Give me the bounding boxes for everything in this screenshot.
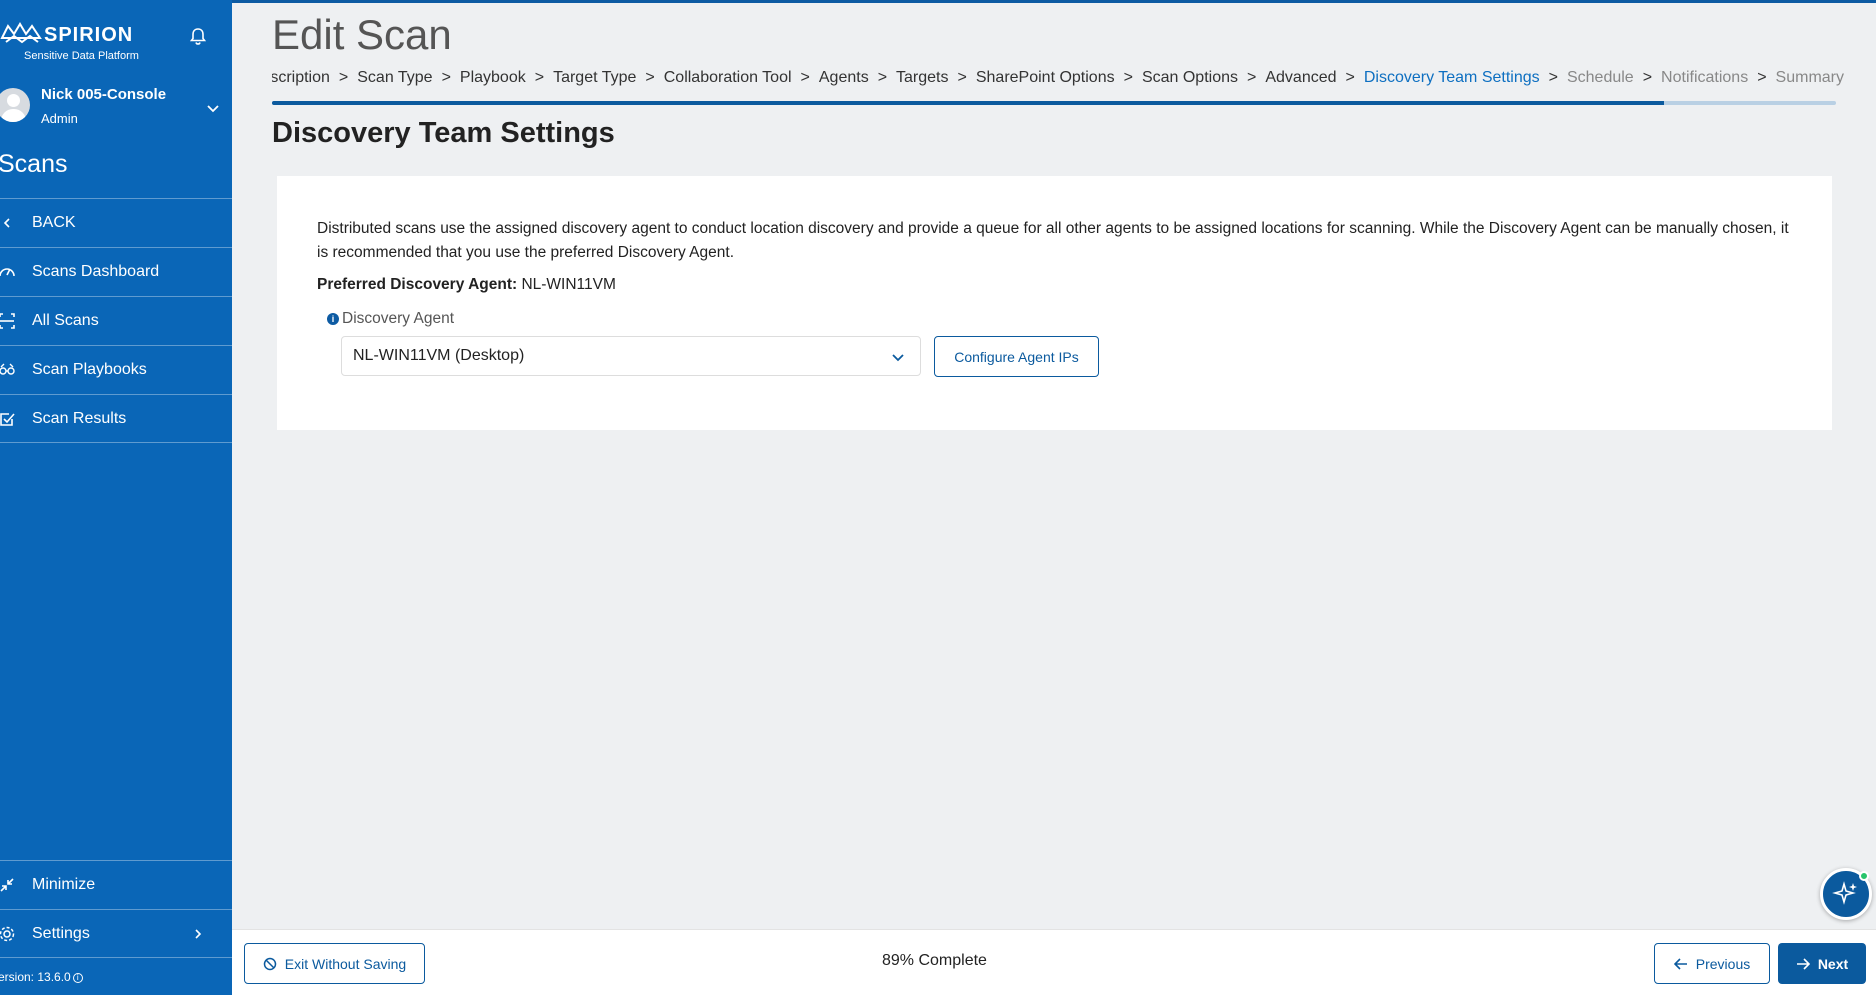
wizard-step[interactable]: Targets <box>896 69 948 86</box>
step-separator: > <box>338 69 349 86</box>
minimize-arrows-icon <box>0 876 16 894</box>
wizard-step[interactable]: Schedule <box>1567 69 1634 86</box>
cancel-circle-icon <box>263 957 277 970</box>
sidebar-item-all-scans[interactable]: All Scans <box>0 296 232 345</box>
version-text: ersion: 13.6.0 i <box>0 970 83 984</box>
discovery-agent-label: i Discovery Agent <box>327 310 454 328</box>
checkbox-results-icon <box>0 410 16 428</box>
sidebar-item-label: Scan Playbooks <box>32 361 147 378</box>
brand-logo[interactable]: SPIRION Sensitive Data Platform <box>0 14 150 64</box>
sidebar-item-label: Scan Results <box>32 409 127 427</box>
preferred-agent-value: NL-WIN11VM <box>521 276 616 293</box>
sidebar-item-label: Minimize <box>32 876 96 893</box>
step-separator: > <box>1247 69 1257 86</box>
wizard-step[interactable]: SharePoint Options <box>976 69 1115 86</box>
bell-icon[interactable] <box>188 26 208 46</box>
chevron-down-icon[interactable] <box>205 100 221 116</box>
description-text: Distributed scans use the assigned disco… <box>317 220 1789 261</box>
sidebar-section-title: Scans <box>0 150 68 178</box>
brand-subtitle: Sensitive Data Platform <box>24 50 139 62</box>
discovery-agent-select[interactable]: NL-WIN11VM (Desktop) <box>341 336 921 376</box>
wizard-step[interactable]: Discovery Team Settings <box>1364 69 1540 86</box>
preferred-agent: Preferred Discovery Agent: NL-WIN11VM <box>317 276 616 294</box>
sidebar-item-label: Settings <box>32 924 90 942</box>
chevron-down-icon <box>892 354 904 362</box>
wizard-step[interactable]: Scan Type <box>357 69 432 86</box>
exit-without-saving-button[interactable]: Exit Without Saving <box>244 943 425 984</box>
step-separator: > <box>800 69 810 86</box>
step-separator: > <box>534 69 545 86</box>
user-role: Admin <box>41 111 78 126</box>
step-separator: > <box>645 69 655 86</box>
sidebar-nav: BACK Scans Dashboard All Scans Scan Play… <box>0 198 232 443</box>
arrow-right-icon <box>1796 957 1810 970</box>
wizard-progress-bar <box>272 101 1836 105</box>
ai-assistant-button[interactable] <box>1820 868 1872 920</box>
next-button[interactable]: Next <box>1778 943 1866 984</box>
discovery-settings-card: Distributed scans use the assigned disco… <box>277 176 1832 430</box>
wizard-step[interactable]: Target Type <box>553 69 636 86</box>
online-status-dot <box>1859 871 1869 881</box>
chevron-right-icon <box>195 928 202 939</box>
sidebar-bottom-nav: Minimize Settings <box>0 860 232 958</box>
sidebar-item-minimize[interactable]: Minimize <box>0 860 232 909</box>
user-menu[interactable]: Nick 005-Console Admin <box>0 84 232 134</box>
brand-name: SPIRION <box>44 24 134 46</box>
wizard-step[interactable]: d Description <box>272 69 330 86</box>
sparkle-icon <box>1832 881 1857 905</box>
chevron-left-icon <box>0 214 16 232</box>
spirion-logo-icon <box>0 22 42 44</box>
wizard-step[interactable]: Agents <box>819 69 869 86</box>
dashboard-gauge-icon <box>0 263 16 281</box>
wizard-step[interactable]: Playbook <box>460 69 526 86</box>
sidebar-item-scan-playbooks[interactable]: Scan Playbooks <box>0 345 232 394</box>
wizard-step[interactable]: Advanced <box>1265 69 1336 86</box>
step-separator: > <box>441 69 451 86</box>
configure-agent-ips-button[interactable]: Configure Agent IPs <box>934 336 1099 377</box>
info-icon[interactable]: i <box>72 972 83 983</box>
main-content: Edit Scan d Description > Scan Type > Playbo… <box>232 3 1876 995</box>
avatar <box>0 88 30 122</box>
sidebar-item-scans-dashboard[interactable]: Scans Dashboard <box>0 247 232 296</box>
sidebar-item-settings[interactable]: Settings <box>0 909 232 958</box>
step-separator: > <box>1757 69 1767 86</box>
step-separator: > <box>1548 69 1558 86</box>
step-separator: > <box>1642 69 1653 86</box>
wizard-footer: Exit Without Saving 89% Complete Previou… <box>232 929 1876 995</box>
sidebar-item-label: BACK <box>32 214 76 231</box>
step-separator: > <box>957 69 967 86</box>
page-title: Edit Scan <box>272 11 452 58</box>
playbook-icon <box>0 361 16 379</box>
sidebar: SPIRION Sensitive Data Platform Nick 005… <box>0 0 232 995</box>
step-separator: > <box>1345 69 1355 86</box>
wizard-step[interactable]: Scan Options <box>1142 69 1238 86</box>
all-scans-icon <box>0 312 16 330</box>
sidebar-item-scan-results[interactable]: Scan Results <box>0 394 232 443</box>
wizard-step[interactable]: Collaboration Tool <box>664 69 792 86</box>
section-heading: Discovery Team Settings <box>272 117 615 149</box>
preferred-agent-label: Preferred Discovery Agent: <box>317 276 518 293</box>
sidebar-item-label: Scans Dashboard <box>32 263 160 280</box>
step-separator: > <box>877 69 888 86</box>
wizard-step[interactable]: Notifications <box>1661 69 1748 86</box>
wizard-progress-fill <box>272 101 1664 105</box>
wizard-steps: d Description > Scan Type > Playbook > Target … <box>272 69 1844 93</box>
step-separator: > <box>1123 69 1133 86</box>
arrow-left-icon <box>1673 957 1687 970</box>
discovery-agent-value: NL-WIN11VM (Desktop) <box>353 347 525 364</box>
completion-status: 89% Complete <box>882 952 987 969</box>
sidebar-item-back[interactable]: BACK <box>0 198 232 247</box>
user-name: Nick 005-Console <box>41 86 167 103</box>
gear-icon <box>0 925 16 943</box>
previous-button[interactable]: Previous <box>1654 943 1770 984</box>
sidebar-item-label: All Scans <box>32 312 99 329</box>
wizard-step[interactable]: Summary <box>1776 69 1844 86</box>
info-icon[interactable]: i <box>327 313 339 325</box>
